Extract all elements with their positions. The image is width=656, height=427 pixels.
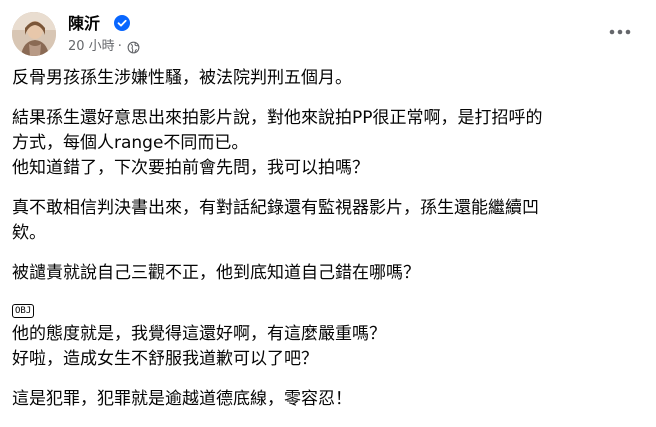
post-paragraph: 這是犯罪，犯罪就是逾越道德底線，零容忍！ (12, 389, 352, 409)
author-avatar[interactable] (12, 12, 56, 56)
author-name[interactable]: 陳沂 (68, 14, 100, 34)
post-paragraph: 他的態度就是，我覺得這還好啊，有這麼嚴重嗎？ 好啦，造成女生不舒服我道歉可以了吧… (12, 324, 386, 369)
post-paragraph: 反骨男孩孫生涉嫌性騷，被法院判刑五個月。 (12, 68, 352, 88)
more-horizontal-icon (609, 29, 631, 35)
more-options-button[interactable] (606, 22, 634, 42)
post-paragraph: 被譴責就說自己三觀不正，他到底知道自己錯在哪嗎？ (12, 263, 420, 283)
obj-placeholder: OBJ (12, 304, 35, 318)
post-header: 陳沂 20 小時 · (12, 10, 644, 60)
verified-badge-icon (114, 15, 130, 31)
obj-replacement-icon: OBJ (12, 296, 644, 322)
post-paragraph: 真不敢相信判決書出來，有對話紀錄還有監視器影片，孫生還能繼續凹 欸。 (12, 198, 539, 243)
post-paragraph: 結果孫生還好意思出來拍影片說，對他來說拍PP很正常啊，是打招呼的 方式，每個人r… (12, 108, 543, 178)
post-body: 反骨男孩孫生涉嫌性騷，被法院判刑五個月。 結果孫生還好意思出來拍影片說，對他來說… (12, 66, 644, 427)
meta-separator: · (117, 39, 122, 54)
facebook-post: 陳沂 20 小時 · 反骨男孩孫生涉嫌性騷，被法院判刑五個月。 結果孫生還好意思… (0, 0, 656, 425)
avatar-photo (12, 12, 56, 56)
post-timestamp[interactable]: 20 小時 (68, 38, 115, 56)
post-meta: 20 小時 · (68, 38, 140, 56)
globe-icon[interactable] (127, 41, 140, 54)
